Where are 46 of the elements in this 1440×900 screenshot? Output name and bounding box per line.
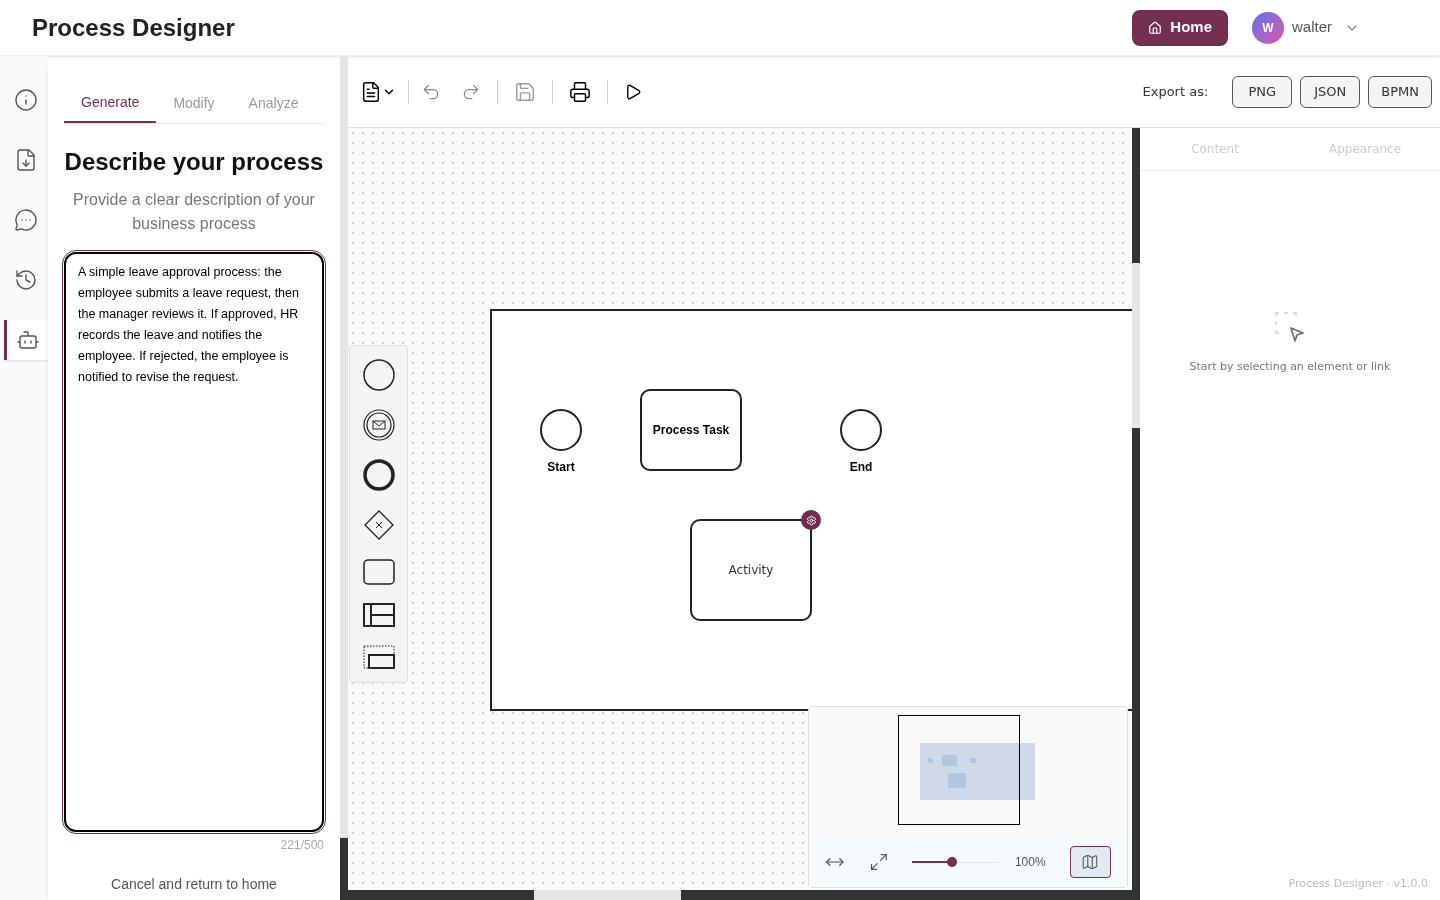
select-pointer-icon: [1274, 311, 1306, 343]
panel-tab[interactable]: Generate: [64, 92, 157, 123]
event-label: End: [849, 459, 873, 476]
document-icon[interactable]: [360, 80, 382, 103]
home-button[interactable]: Home: [1132, 9, 1228, 46]
run-icon[interactable]: [624, 82, 642, 101]
panel-subtitle: Provide a clear description of your business process: [72, 190, 316, 234]
minimap-toggle[interactable]: [1069, 846, 1111, 878]
activity-label: Activity: [728, 562, 774, 579]
character-counter: 221/500: [280, 837, 324, 854]
export-button[interactable]: BPMN: [1368, 75, 1432, 108]
version-footer: Process Designer · v1.0.0: [1288, 875, 1428, 892]
info-icon[interactable]: [14, 88, 38, 112]
cancel-link[interactable]: Cancel and return to home: [111, 874, 277, 895]
expand-icon[interactable]: [868, 852, 889, 872]
map-icon[interactable]: [1081, 853, 1100, 871]
event-label: Start: [547, 459, 575, 476]
diagram-canvas[interactable]: Start Process Task End Activity 100%: [348, 128, 1132, 890]
export-button[interactable]: PNG: [1232, 75, 1293, 108]
robot-icon[interactable]: [15, 328, 40, 352]
description-field[interactable]: A simple leave approval process: the employee submits a leave request, then the manager reviews it. If approved, HR records the leave and notifies the employee. If rejected, the employee is notified to revise the request.: [64, 252, 324, 832]
panel-heading: Describe your process: [64, 147, 324, 177]
empty-hint: Start by selecting an element or link: [1189, 359, 1391, 375]
house-icon[interactable]: [1148, 20, 1163, 35]
user-name[interactable]: walter: [1292, 16, 1332, 39]
save-icon[interactable]: [514, 80, 536, 103]
print-icon[interactable]: [569, 80, 591, 103]
file-download-icon[interactable]: [14, 148, 38, 172]
task-label: Process Task: [652, 422, 730, 439]
minimap-viewport[interactable]: [898, 715, 1020, 825]
zoom-slider[interactable]: [912, 856, 999, 868]
pool-tool-icon[interactable]: [362, 603, 395, 627]
group-tool-icon[interactable]: [362, 645, 395, 669]
chat-bubble-icon[interactable]: [14, 208, 38, 232]
export-label: Export as:: [1142, 82, 1209, 101]
start-event-tool-icon[interactable]: [362, 359, 395, 391]
task-tool-icon[interactable]: [362, 559, 395, 585]
message-event-tool-icon[interactable]: [362, 409, 395, 441]
history-icon[interactable]: [14, 268, 38, 292]
sidebar-item[interactable]: [4, 320, 48, 360]
user-avatar[interactable]: W: [1252, 11, 1284, 44]
zoom-reading: 100%: [1014, 854, 1046, 871]
export-button[interactable]: JSON: [1300, 75, 1361, 108]
gateway-tool-icon[interactable]: [362, 509, 395, 541]
end-event-tool-icon[interactable]: [362, 459, 395, 491]
app-title: Process Designer: [32, 12, 235, 43]
